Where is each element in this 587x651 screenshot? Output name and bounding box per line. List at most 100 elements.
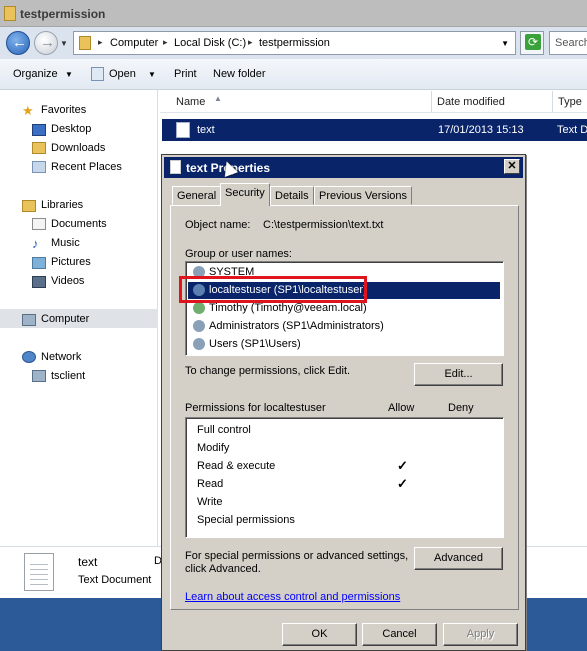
column-name[interactable]: Name: [176, 96, 205, 108]
folder-icon: [4, 6, 16, 21]
nav-documents[interactable]: Documents: [51, 218, 107, 230]
downloads-folder-icon: [32, 142, 46, 154]
network-icon: [22, 351, 36, 363]
open-button[interactable]: Open: [109, 68, 136, 80]
permissions-for-label: Permissions for localtestuser: [185, 402, 326, 414]
breadcrumb-computer[interactable]: Computer: [110, 37, 158, 49]
pictures-icon: [32, 257, 46, 269]
file-type: Text D: [557, 124, 587, 136]
nav-desktop[interactable]: Desktop: [51, 123, 91, 135]
object-name-label: Object name:: [185, 219, 251, 231]
star-icon: ★: [22, 103, 34, 118]
address-box[interactable]: ▸ Computer ▸ Local Disk (C:) ▸ testpermi…: [73, 31, 516, 55]
breadcrumb-local-disk[interactable]: Local Disk (C:): [174, 37, 246, 49]
column-divider[interactable]: [552, 91, 553, 113]
learn-access-control-link[interactable]: Learn about access control and permissio…: [185, 591, 400, 603]
deny-header: Deny: [448, 402, 474, 414]
permission-read: Read: [197, 478, 224, 490]
special-permissions-hint-line1: For special permissions or advanced sett…: [185, 550, 409, 562]
tab-security[interactable]: Security: [220, 183, 270, 206]
breadcrumb-chevron-icon[interactable]: ▸: [98, 37, 103, 48]
file-name: text: [197, 124, 215, 136]
apply-button[interactable]: Apply: [443, 623, 518, 646]
videos-icon: [32, 276, 46, 288]
text-file-icon: [170, 160, 181, 174]
folder-icon: [79, 36, 91, 50]
chevron-down-icon[interactable]: ▼: [148, 70, 156, 79]
ok-button[interactable]: OK: [282, 623, 357, 646]
list-item[interactable]: Users (SP1\Users): [188, 336, 500, 353]
nav-tsclient[interactable]: tsclient: [51, 370, 85, 382]
nav-computer[interactable]: Computer: [41, 313, 89, 325]
allow-header: Allow: [388, 402, 415, 414]
network-share-icon: [32, 370, 46, 382]
computer-icon: [22, 314, 36, 326]
breadcrumb-chevron-icon[interactable]: ▸: [248, 37, 253, 48]
back-button[interactable]: ←: [6, 31, 30, 55]
back-arrow-icon: ←: [12, 34, 27, 51]
change-permissions-hint: To change permissions, click Edit.: [185, 365, 351, 377]
forward-button[interactable]: →: [34, 31, 58, 55]
list-item[interactable]: Administrators (SP1\Administrators): [188, 318, 500, 335]
print-button[interactable]: Print: [174, 68, 197, 80]
properties-dialog: text Properties ✕ General Security Detai…: [161, 154, 526, 651]
music-icon: ♪: [32, 236, 39, 251]
column-type[interactable]: Type: [558, 96, 582, 108]
organize-button[interactable]: Organize: [13, 68, 58, 80]
refresh-icon: ⟳: [525, 34, 541, 50]
nav-music[interactable]: Music: [51, 237, 80, 249]
explorer-titlebar: testpermission: [0, 0, 587, 27]
column-date-modified[interactable]: Date modified: [437, 96, 505, 108]
file-date: 17/01/2013 15:13: [438, 124, 524, 136]
nav-libraries[interactable]: Libraries: [41, 199, 83, 211]
dialog-titlebar[interactable]: text Properties ✕: [164, 157, 523, 178]
close-button[interactable]: ✕: [504, 159, 520, 174]
user-icon: [193, 302, 205, 314]
highlight-annotation: [179, 276, 367, 303]
column-divider[interactable]: [431, 91, 432, 113]
permission-read-execute: Read & execute: [197, 460, 276, 472]
advanced-button[interactable]: Advanced: [414, 547, 503, 570]
close-icon: ✕: [507, 160, 517, 172]
address-bar-row: ← → ▼ ▸ Computer ▸ Local Disk (C:) ▸ tes…: [0, 27, 587, 59]
window-title: testpermission: [20, 7, 106, 21]
address-dropdown-icon[interactable]: ▼: [501, 39, 509, 48]
libraries-icon: [22, 200, 36, 212]
refresh-button[interactable]: ⟳: [520, 31, 544, 55]
permissions-list[interactable]: Full control Modify Read & execute ✓ Rea…: [185, 417, 504, 538]
text-file-icon: [176, 122, 190, 138]
open-icon: [91, 67, 104, 81]
sort-ascending-icon: ▲: [214, 94, 222, 103]
breadcrumb-chevron-icon[interactable]: ▸: [163, 37, 168, 48]
tab-previous-versions[interactable]: Previous Versions: [314, 186, 413, 205]
file-row[interactable]: text 17/01/2013 15:13 Text D: [162, 119, 587, 141]
documents-icon: [32, 218, 46, 230]
nav-recent-places[interactable]: Recent Places: [51, 161, 122, 173]
allow-check-icon: ✓: [397, 458, 408, 473]
breadcrumb-testpermission[interactable]: testpermission: [259, 37, 330, 49]
recent-places-icon: [32, 161, 46, 173]
nav-downloads[interactable]: Downloads: [51, 142, 105, 154]
allow-check-icon: ✓: [397, 476, 408, 491]
search-placeholder: Search: [555, 37, 587, 49]
text-document-icon: [24, 553, 54, 591]
edit-button[interactable]: Edit...: [414, 363, 503, 386]
desktop-icon: [32, 124, 46, 136]
nav-pictures[interactable]: Pictures: [51, 256, 91, 268]
nav-network[interactable]: Network: [41, 351, 81, 363]
recent-pages-dropdown-icon[interactable]: ▼: [60, 39, 68, 48]
cancel-button[interactable]: Cancel: [362, 623, 437, 646]
nav-videos[interactable]: Videos: [51, 275, 84, 287]
file-list-header: Name ▲ Date modified Type: [160, 91, 587, 113]
tab-details[interactable]: Details: [270, 186, 314, 205]
new-folder-button[interactable]: New folder: [213, 68, 266, 80]
chevron-down-icon: ▼: [65, 70, 73, 79]
tab-general[interactable]: General: [172, 186, 222, 205]
search-input[interactable]: Search: [549, 31, 587, 55]
nav-favorites[interactable]: Favorites: [41, 104, 86, 116]
group-names-label: Group or user names:: [185, 248, 292, 260]
command-bar: Organize ▼ Open ▼ Print New folder: [0, 59, 587, 90]
group-icon: [193, 320, 205, 332]
permission-write: Write: [197, 496, 223, 508]
details-file-type: Text Document: [78, 574, 152, 586]
